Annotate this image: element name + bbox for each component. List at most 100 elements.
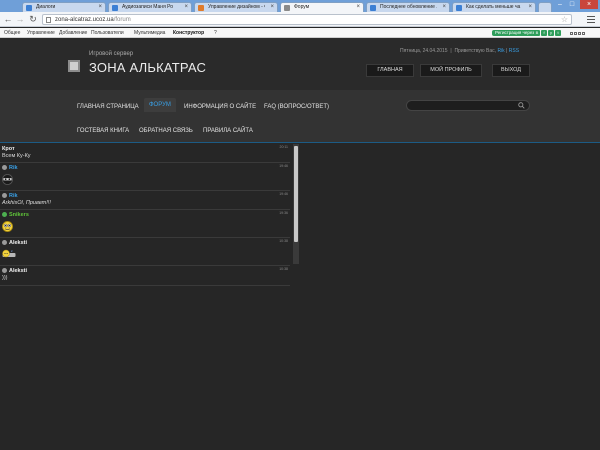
- chat-text: Всем Ку-Ку: [2, 153, 31, 159]
- admin-panel-bar: Общее Управление Добавление Пользователи…: [0, 28, 600, 38]
- url-field[interactable]: zona-alcatraz.ucoz.ua/forum ☆: [42, 14, 572, 25]
- vk-favicon-icon: [456, 5, 462, 11]
- site-title[interactable]: ЗОНА АЛЬКАТРАС: [89, 60, 206, 75]
- chat-author-row: Snikers: [2, 212, 29, 218]
- register-via-label: Регистрация через: [492, 30, 538, 36]
- nav-home-page[interactable]: ГЛАВНАЯ СТРАНИЦА: [77, 103, 139, 111]
- chat-author[interactable]: Snikers: [9, 212, 29, 218]
- ninja-smiley-icon: [2, 174, 13, 185]
- admin-menu-add[interactable]: Добавление: [59, 28, 87, 38]
- tab-close-icon[interactable]: ×: [528, 3, 532, 12]
- user-icon: [2, 212, 7, 217]
- admin-menu-general[interactable]: Общее: [4, 28, 20, 38]
- search-icon[interactable]: [518, 102, 525, 109]
- rss-link[interactable]: RSS: [509, 48, 519, 54]
- social-b-icon[interactable]: B: [534, 30, 540, 36]
- forward-arrow-icon[interactable]: →: [15, 13, 25, 25]
- chat-author[interactable]: Крот: [2, 146, 15, 152]
- tab-close-icon[interactable]: ×: [356, 3, 360, 12]
- chat-message: Aleksti 10:38 z: [0, 238, 290, 266]
- chat-scrollbar-thumb[interactable]: [294, 146, 298, 242]
- twitter-icon[interactable]: t: [555, 30, 561, 36]
- chat-time: 10:38: [279, 267, 288, 271]
- chat-message: Rik 19:46 ArkhisOl, Привет!!!: [0, 191, 290, 210]
- browser-tab[interactable]: Последнее обновление ... ×: [366, 2, 450, 12]
- nav-site-info[interactable]: ИНФОРМАЦИЯ О САЙТЕ: [184, 103, 256, 111]
- chat-author-row: Rik: [2, 193, 18, 199]
- tab-title: Диалоги: [36, 4, 56, 10]
- chat-message: Aleksti 10:38 ))): [0, 266, 290, 286]
- minimize-icon[interactable]: –: [555, 1, 565, 9]
- chat-time: 19:46: [279, 192, 288, 196]
- url-path: /forum: [113, 17, 131, 23]
- site-subtitle: Игровой сервер: [89, 51, 134, 57]
- nav-forum[interactable]: ФОРУМ: [144, 98, 176, 112]
- chat-author[interactable]: Aleksti: [9, 268, 27, 274]
- new-tab-button[interactable]: [538, 2, 552, 12]
- reload-icon[interactable]: ↻: [28, 13, 38, 25]
- browser-tab-strip: Диалоги × Аудиозаписи Маня Ро × Управлен…: [0, 0, 600, 12]
- browser-menu-icon[interactable]: [586, 14, 596, 24]
- tab-close-icon[interactable]: ×: [98, 3, 102, 12]
- admin-menu-constructor[interactable]: Конструктор: [173, 28, 204, 38]
- chat-author-row: Rik: [2, 165, 18, 171]
- browser-tab[interactable]: Диалоги ×: [22, 2, 106, 12]
- admin-help-icon[interactable]: ?: [214, 28, 217, 38]
- tab-title: Последнее обновление ...: [380, 4, 437, 10]
- admin-menu-multimedia[interactable]: Мультимедиа: [134, 28, 165, 38]
- facebook-icon[interactable]: f: [541, 30, 547, 36]
- site-navigation: ГЛАВНАЯ СТРАНИЦА ФОРУМ ИНФОРМАЦИЯ О САЙТ…: [0, 90, 600, 143]
- nav-feedback[interactable]: ОБРАТНАЯ СВЯЗЬ: [139, 127, 193, 135]
- chat-author[interactable]: Rik: [9, 193, 18, 199]
- site-header: Игровой сервер ЗОНА АЛЬКАТРАС Пятница, 2…: [0, 38, 600, 90]
- search-input[interactable]: [413, 102, 513, 110]
- user-icon: [2, 165, 7, 170]
- chat-text: ArkhisOl, Привет!!!: [2, 200, 51, 206]
- bookmark-star-icon[interactable]: ☆: [561, 15, 568, 24]
- chat-message: Snikers 19:36: [0, 210, 290, 238]
- back-arrow-icon[interactable]: ←: [3, 13, 13, 25]
- page-favicon-icon: [284, 5, 290, 11]
- browser-tab[interactable]: Аудиозаписи Маня Ро ×: [108, 2, 192, 12]
- my-profile-button[interactable]: МОЙ ПРОФИЛЬ: [420, 64, 482, 77]
- tab-close-icon[interactable]: ×: [442, 3, 446, 12]
- vk-favicon-icon: [112, 5, 118, 11]
- user-icon: [2, 240, 7, 245]
- tab-close-icon[interactable]: ×: [270, 3, 274, 12]
- tab-title: Как сделать меньше ча: [466, 4, 521, 10]
- chat-message: Rik 19:46: [0, 163, 290, 191]
- chat-author[interactable]: Rik: [9, 165, 18, 171]
- chat-time: 19:36: [279, 211, 288, 215]
- page-icon: [46, 17, 51, 23]
- panel-window-controls[interactable]: [570, 31, 586, 35]
- browser-tab[interactable]: Как сделать меньше ча ×: [452, 2, 536, 12]
- current-date: Пятница, 24.04.2015: [400, 48, 448, 54]
- home-button[interactable]: ГЛАВНАЯ: [366, 64, 414, 77]
- logout-button[interactable]: ВЫХОД: [492, 64, 530, 77]
- chat-time: 19:46: [279, 164, 288, 168]
- chat-author-row: Aleksti: [2, 240, 27, 246]
- yandex-icon[interactable]: y: [548, 30, 554, 36]
- vk-favicon-icon: [26, 5, 32, 11]
- chat-text: ))): [2, 275, 8, 281]
- browser-tab-active[interactable]: Форум ×: [280, 2, 364, 12]
- chat-author-row: Aleksti: [2, 268, 27, 274]
- yellow-smiley-icon: [2, 221, 13, 232]
- nav-divider: [0, 142, 600, 143]
- tab-close-icon[interactable]: ×: [184, 3, 188, 12]
- site-search: [406, 100, 530, 111]
- nav-faq[interactable]: FAQ (ВОПРОС/ОТВЕТ): [264, 103, 329, 111]
- admin-menu-users[interactable]: Пользователи: [91, 28, 124, 38]
- chat-time: 10:38: [279, 239, 288, 243]
- close-window-icon[interactable]: ×: [580, 0, 598, 9]
- nav-guestbook[interactable]: ГОСТЕВАЯ КНИГА: [77, 127, 129, 135]
- ucoz-favicon-icon: [198, 5, 204, 11]
- chat-author[interactable]: Aleksti: [9, 240, 27, 246]
- tab-title: Аудиозаписи Маня Ро: [122, 4, 174, 10]
- username-link[interactable]: Rik: [497, 48, 504, 54]
- browser-tab[interactable]: Управление дизайном - Ф ×: [194, 2, 278, 12]
- user-icon: [2, 268, 7, 273]
- maximize-icon[interactable]: □: [567, 1, 577, 9]
- admin-menu-manage[interactable]: Управление: [27, 28, 55, 38]
- nav-site-rules[interactable]: ПРАВИЛА САЙТА: [203, 127, 253, 135]
